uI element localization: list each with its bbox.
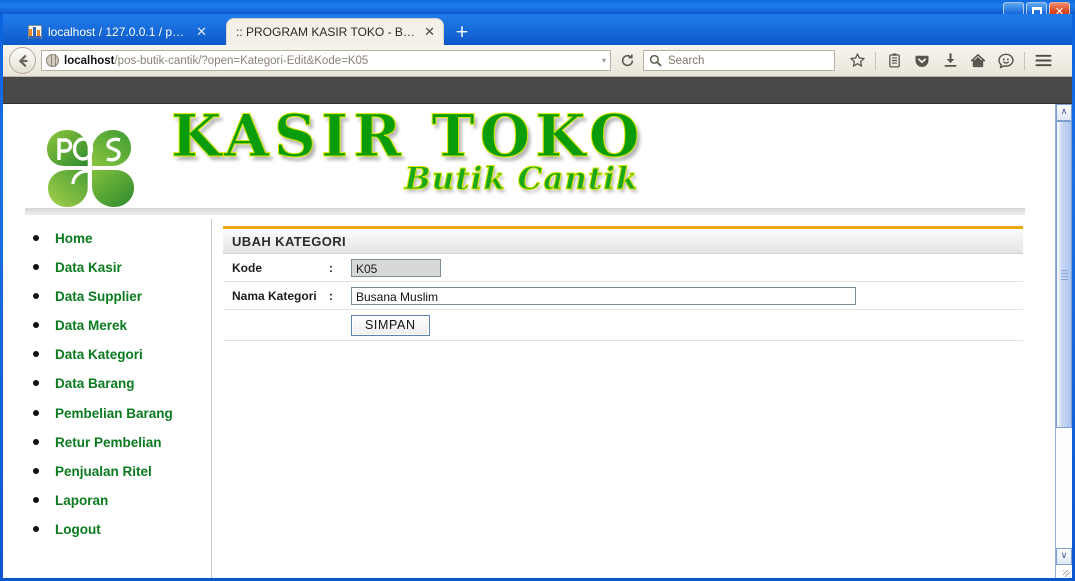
sidebar-item-retur-pembelian[interactable]: Retur Pembelian <box>33 434 211 450</box>
reader-list-icon[interactable] <box>881 49 907 73</box>
sidebar-item-label: Home <box>55 231 93 246</box>
scroll-up-button[interactable]: ∧ <box>1056 104 1072 121</box>
menu-hamburger-icon[interactable] <box>1030 49 1056 73</box>
toolbar-divider <box>1024 51 1025 70</box>
nama-kategori-colon: : <box>329 288 333 303</box>
save-button[interactable]: SIMPAN <box>351 314 430 336</box>
url-host: localhost <box>64 54 115 67</box>
site-identity-globe-icon <box>46 54 59 67</box>
form-row-kode: Kode : K05 <box>223 254 1023 282</box>
kode-colon: : <box>329 260 333 275</box>
site-header: KASIR TOKO Butik Cantik <box>3 104 1055 215</box>
url-path: /pos-butik-cantik/?open=Kategori-Edit&Ko… <box>114 54 369 67</box>
home-icon[interactable] <box>965 49 991 73</box>
address-bar[interactable]: localhost/pos-butik-cantik/?open=Kategor… <box>41 50 611 71</box>
kode-input[interactable]: K05 <box>351 258 441 277</box>
web-page: KASIR TOKO Butik Cantik Home Data Kasir … <box>3 104 1055 578</box>
bookmarks-bar <box>3 77 1072 104</box>
sidebar-item-logout[interactable]: Logout <box>33 523 211 537</box>
tab-strip: localhost / 127.0.0.1 / pos_b... ✕ :: PR… <box>3 14 1072 45</box>
panel-title: UBAH KATEGORI <box>223 229 1023 254</box>
kode-label: Kode <box>232 260 262 275</box>
downloads-icon[interactable] <box>937 49 963 73</box>
tab-label: :: PROGRAM KASIR TOKO - BUTIK... <box>236 25 416 39</box>
content-area: UBAH KATEGORI Kode : K05 Nama Kategori :… <box>212 219 1055 578</box>
window-titlebar: ✕ <box>0 0 1075 21</box>
nama-kategori-input[interactable]: Busana Muslim <box>351 286 856 305</box>
tab-close-icon[interactable]: ✕ <box>422 25 437 40</box>
sidebar-item-label: Laporan <box>55 492 109 508</box>
resize-grip-icon[interactable] <box>1056 565 1072 578</box>
nama-kategori-label: Nama Kategori <box>232 288 317 303</box>
sidebar-item-label: Logout <box>55 521 101 537</box>
sidebar-item-data-merek[interactable]: Data Merek <box>33 319 211 333</box>
page-title: KASIR TOKO <box>171 104 645 170</box>
sidebar-item-label: Data Kasir <box>55 260 122 276</box>
tab-label: localhost / 127.0.0.1 / pos_b... <box>48 25 188 39</box>
tab-kasir-toko[interactable]: :: PROGRAM KASIR TOKO - BUTIK... ✕ <box>227 19 443 45</box>
sidebar-item-data-supplier[interactable]: Data Supplier <box>33 290 211 304</box>
chat-icon[interactable] <box>993 49 1019 73</box>
edit-category-panel: UBAH KATEGORI Kode : K05 Nama Kategori :… <box>223 226 1023 341</box>
sidebar-item-laporan[interactable]: Laporan <box>33 494 211 508</box>
url-dropdown-icon[interactable]: ▾ <box>602 56 606 65</box>
pocket-icon[interactable] <box>909 49 935 73</box>
sidebar-item-label: Pembelian Barang <box>55 405 173 421</box>
page-columns: Home Data Kasir Data Supplier Data Merek… <box>3 219 1055 578</box>
os-window: ✕ localhost / 127.0.0.1 / pos_b... ✕ :: … <box>0 0 1075 581</box>
sidebar: Home Data Kasir Data Supplier Data Merek… <box>3 219 212 578</box>
sidebar-item-label: Data Supplier <box>55 289 143 305</box>
reload-icon <box>621 54 633 67</box>
toolbar-divider <box>875 51 876 70</box>
navigation-toolbar: localhost/pos-butik-cantik/?open=Kategor… <box>3 45 1072 77</box>
sidebar-menu: Home Data Kasir Data Supplier Data Merek… <box>3 219 211 536</box>
sidebar-item-data-kasir[interactable]: Data Kasir <box>33 261 211 275</box>
phpmyadmin-favicon-icon <box>28 25 42 39</box>
scrollbar-grip-icon <box>1061 269 1068 280</box>
scroll-down-button[interactable]: ∨ <box>1056 548 1072 565</box>
toolbar-icons <box>844 49 1056 73</box>
back-arrow-icon <box>18 54 28 67</box>
sidebar-item-label: Data Barang <box>55 376 135 392</box>
sidebar-item-penjualan-ritel[interactable]: Penjualan Ritel <box>33 465 211 479</box>
sidebar-item-label: Retur Pembelian <box>55 434 162 450</box>
page-viewport: KASIR TOKO Butik Cantik Home Data Kasir … <box>3 104 1072 578</box>
header-divider <box>25 208 1025 215</box>
reload-button[interactable] <box>616 50 638 72</box>
sidebar-item-label: Penjualan Ritel <box>55 463 152 479</box>
sidebar-item-data-kategori[interactable]: Data Kategori <box>33 348 211 362</box>
sidebar-item-label: Data Kategori <box>55 347 143 363</box>
back-button[interactable] <box>9 47 36 74</box>
search-icon <box>649 54 662 67</box>
tab-close-icon[interactable]: ✕ <box>194 25 209 40</box>
search-bar[interactable]: Search <box>643 50 835 71</box>
scrollbar-thumb[interactable] <box>1056 121 1072 429</box>
tab-phpmyadmin[interactable]: localhost / 127.0.0.1 / pos_b... ✕ <box>19 19 215 45</box>
url-text: localhost/pos-butik-cantik/?open=Kategor… <box>64 55 597 67</box>
scrollbar-track[interactable] <box>1056 121 1072 548</box>
sidebar-item-label: Data Merek <box>55 318 128 334</box>
sidebar-item-pembelian-barang[interactable]: Pembelian Barang <box>33 405 211 421</box>
firefox-browser: localhost / 127.0.0.1 / pos_b... ✕ :: PR… <box>3 14 1072 578</box>
search-input[interactable]: Search <box>668 55 704 67</box>
sidebar-item-home[interactable]: Home <box>33 232 211 246</box>
new-tab-button[interactable]: + <box>451 22 473 42</box>
form-row-nama-kategori: Nama Kategori : Busana Muslim <box>223 282 1023 310</box>
brand-block: KASIR TOKO Butik Cantik <box>171 104 645 198</box>
form-row-actions: SIMPAN <box>223 310 1023 341</box>
sidebar-item-data-barang[interactable]: Data Barang <box>33 377 211 391</box>
pos-clover-logo-icon <box>43 122 139 214</box>
vertical-scrollbar[interactable]: ∧ ∨ <box>1055 104 1072 578</box>
bookmark-star-icon[interactable] <box>844 49 870 73</box>
